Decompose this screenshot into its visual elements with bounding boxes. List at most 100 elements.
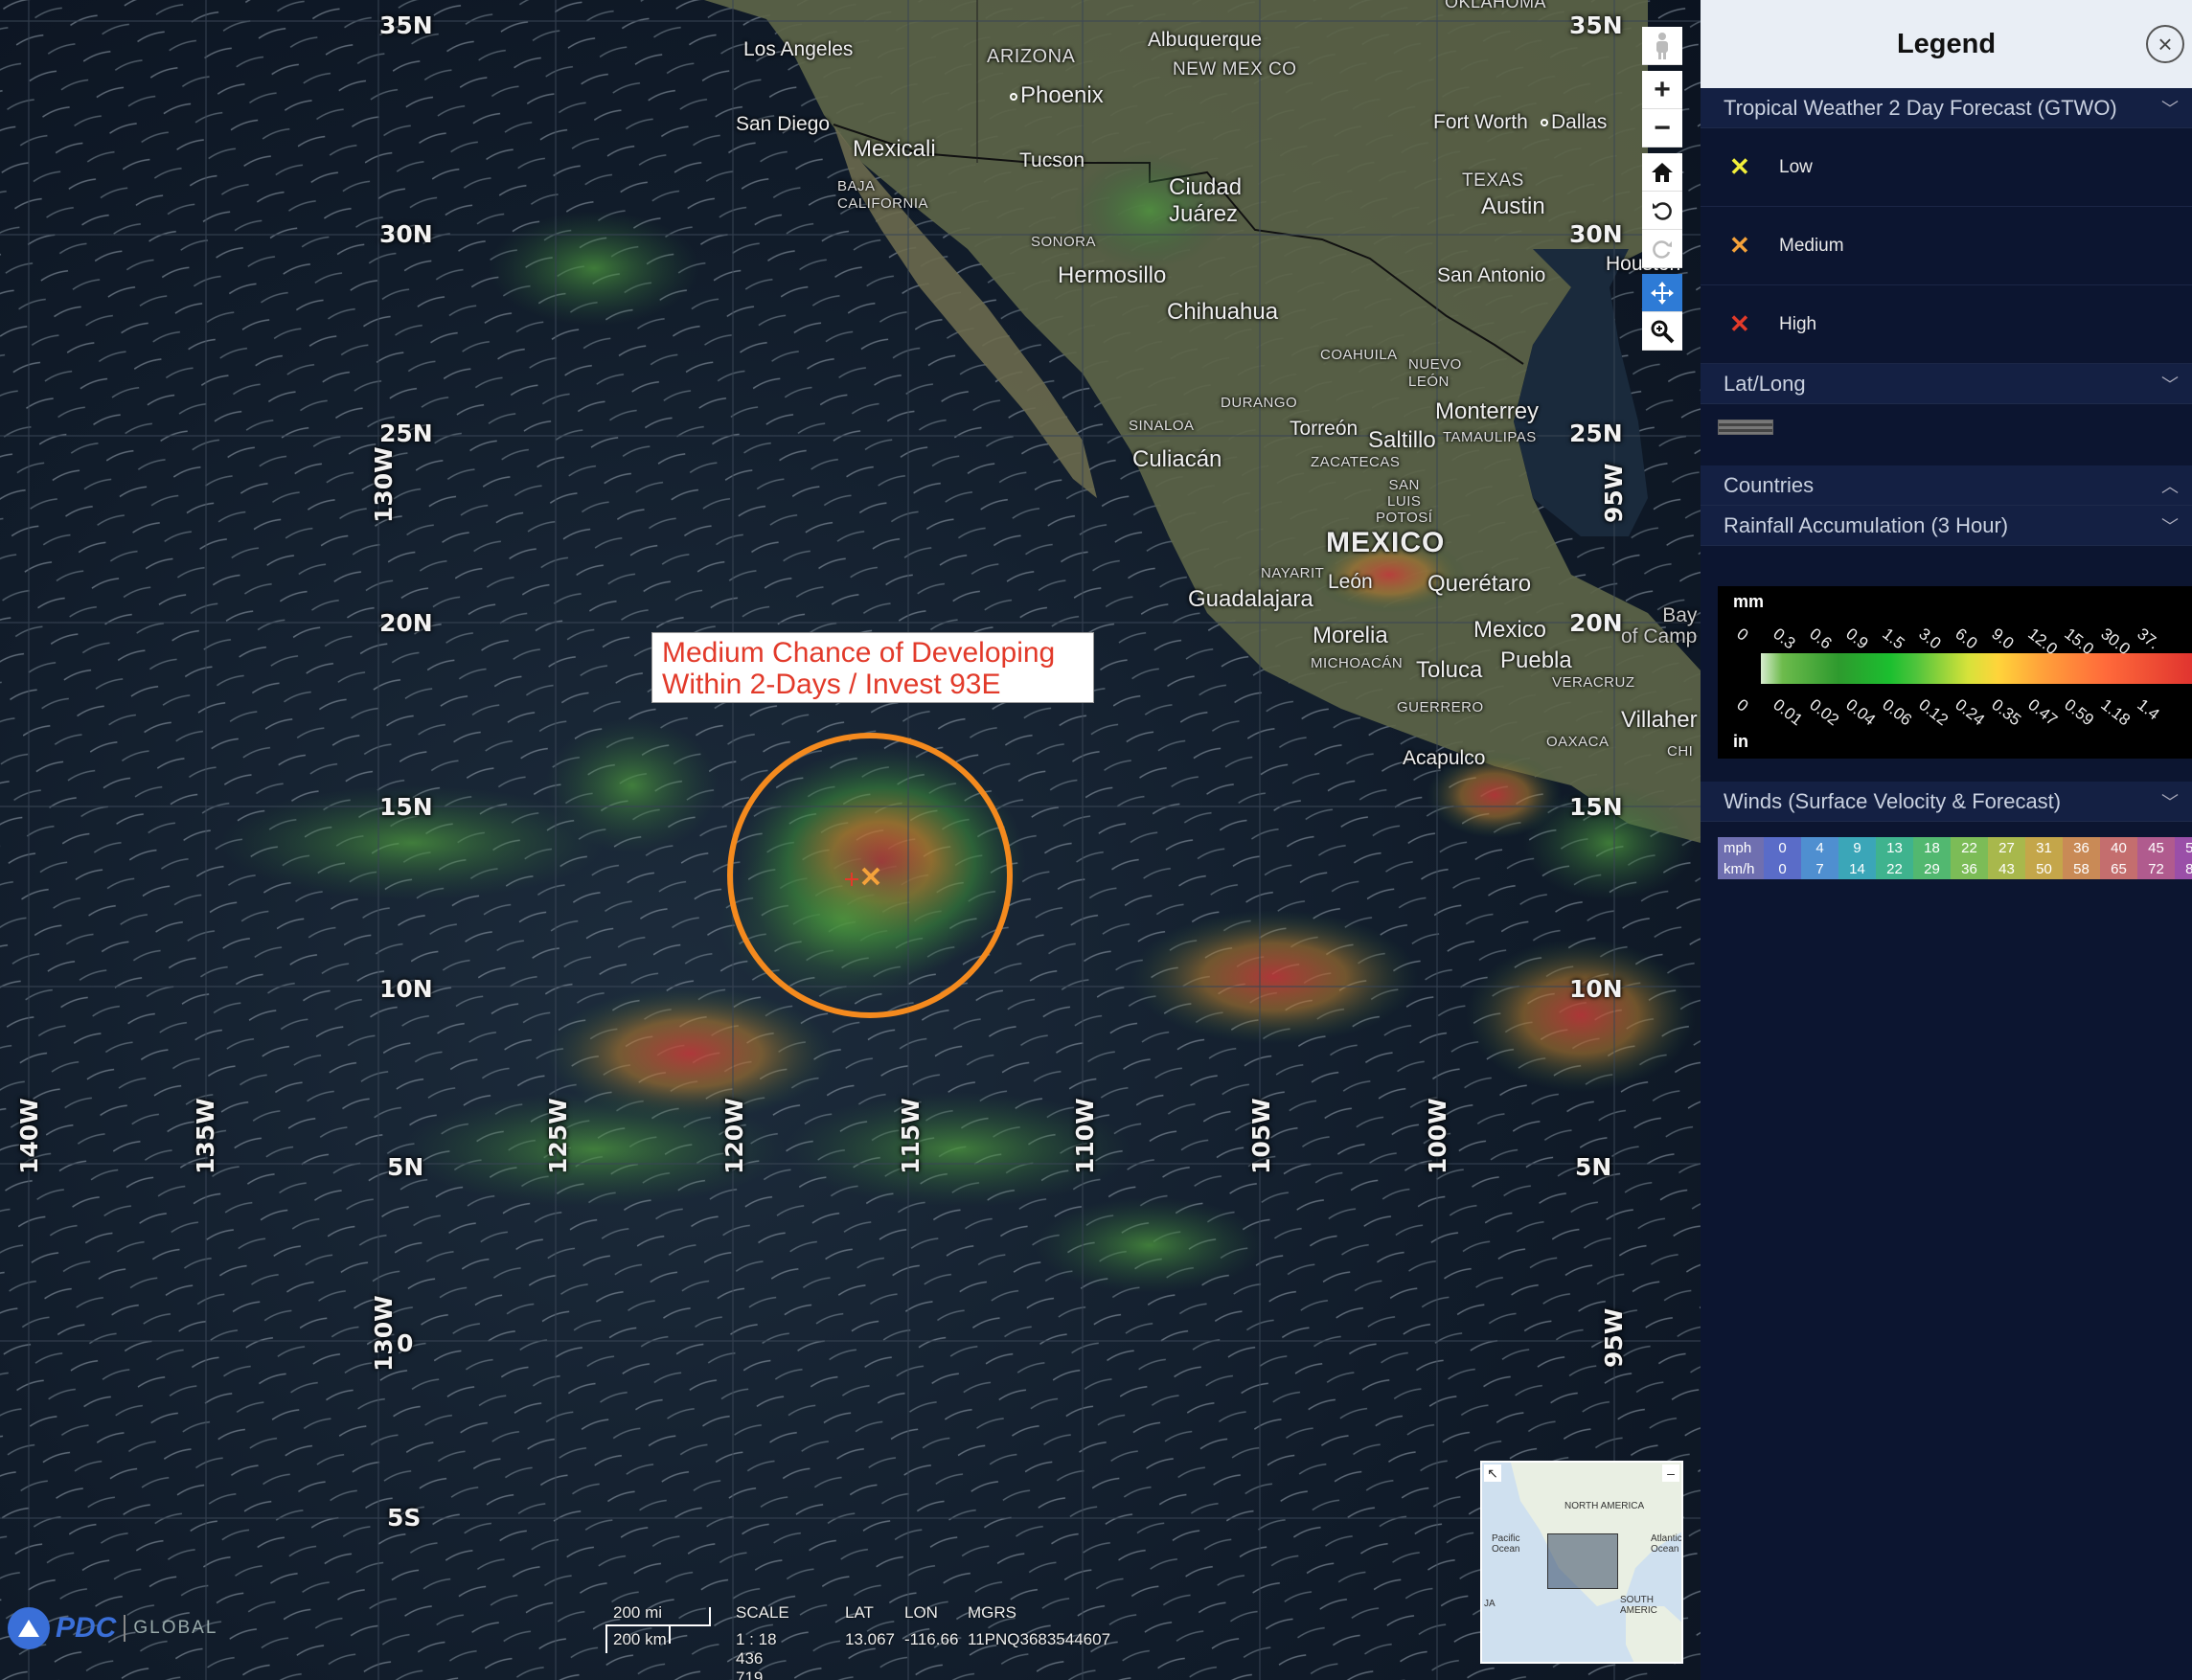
region-label: TEXAS <box>1462 170 1524 191</box>
city-label: Morelia <box>1313 623 1388 648</box>
overview-expand-icon[interactable]: ↖ <box>1484 1464 1501 1482</box>
chevron-down-icon: ﹀ <box>2161 516 2179 536</box>
in-tick: 1.18 <box>2097 695 2135 730</box>
scale-bar: 200 mi 200 km <box>605 1603 713 1653</box>
chevron-down-icon: ﹀ <box>2161 792 2179 812</box>
country-label: MEXICO <box>1326 527 1446 558</box>
mph-cell: 27 <box>1988 837 2025 858</box>
undo-extent-button[interactable] <box>1642 192 1682 230</box>
legend-section-rainfall[interactable]: Rainfall Accumulation (3 Hour) ﹀ <box>1701 506 2192 546</box>
legend-section-latlong[interactable]: Lat/Long ﹀ <box>1701 364 2192 404</box>
legend-section-winds[interactable]: Winds (Surface Velocity & Forecast) ﹀ <box>1701 782 2192 822</box>
lat-label-right: 15N <box>1569 793 1623 821</box>
kmh-cell: 29 <box>1913 858 1951 879</box>
city-label: Chihuahua <box>1167 299 1279 325</box>
city-label: Hermosillo <box>1058 262 1167 288</box>
mm-tick: 0 <box>1733 624 1752 645</box>
zoom-out-button[interactable]: − <box>1642 109 1682 148</box>
street-view-button[interactable] <box>1642 27 1682 65</box>
overview-extent-box[interactable] <box>1547 1533 1618 1589</box>
lat-label: 35N <box>379 11 433 39</box>
region-label: SAN LUIS POTOSÍ <box>1376 477 1433 526</box>
section-title: Tropical Weather 2 Day Forecast (GTWO) <box>1724 95 2117 120</box>
region-label: NAYARIT <box>1261 565 1325 581</box>
legend-header: Legend × <box>1701 0 2192 88</box>
city-label: León <box>1328 571 1373 593</box>
lon-readout: LON -116.66 <box>904 1603 959 1648</box>
mph-cell: 4 <box>1801 837 1838 858</box>
mph-cell: 55 <box>2175 837 2192 858</box>
unit-in: in <box>1733 732 1748 751</box>
region-label: ARIZONA <box>987 46 1076 67</box>
x-marker-icon: ✕ <box>1729 231 1750 260</box>
kmh-cell: 58 <box>2063 858 2100 879</box>
region-label: GUERRERO <box>1397 699 1484 715</box>
city-label: Dallas <box>1541 111 1607 134</box>
lon-label: 115W <box>897 1098 925 1174</box>
mm-tick: 0.9 <box>1842 624 1872 653</box>
city-label: Tucson <box>1019 149 1085 171</box>
chevron-up-icon: ︿ <box>2161 476 2179 496</box>
lon-label: 110W <box>1071 1098 1099 1174</box>
in-tick: 0.01 <box>1770 695 1807 730</box>
pdc-global-logo: PDC GLOBAL <box>8 1607 217 1649</box>
plus-icon: + <box>1654 73 1671 105</box>
magnifier-icon <box>1651 320 1675 343</box>
kmh-cell: 88 <box>2175 858 2192 879</box>
city-label: San Diego <box>736 113 831 135</box>
region-label: SINALOA <box>1129 418 1195 434</box>
redo-extent-button[interactable] <box>1642 230 1682 268</box>
home-button[interactable] <box>1642 153 1682 192</box>
pan-button[interactable] <box>1642 274 1682 312</box>
x-marker-icon: ✕ <box>1729 309 1750 338</box>
city-label: Acapulco <box>1403 747 1486 769</box>
in-tick: 0.02 <box>1806 695 1843 730</box>
chevron-down-icon: ﹀ <box>2161 99 2179 119</box>
map-view[interactable]: 35N 30N 25N 20N 15N 10N 5N 0 5S 35N 30N … <box>0 0 1701 1680</box>
wind-speed-table: mph049131822273136404555 km/h07142229364… <box>1718 837 2192 879</box>
chevron-down-icon: ﹀ <box>2161 375 2179 395</box>
pdc-logo-icon <box>8 1607 50 1649</box>
zoom-in-button[interactable]: + <box>1642 71 1682 109</box>
section-title: Lat/Long <box>1724 371 1806 396</box>
lat-label: 10N <box>379 975 433 1003</box>
legend-section-gtwo[interactable]: Tropical Weather 2 Day Forecast (GTWO) ﹀ <box>1701 88 2192 128</box>
legend-item-label: Low <box>1779 156 1813 177</box>
city-label: Ciudad Juárez <box>1169 174 1243 227</box>
overview-label: Atlantic Ocean <box>1651 1533 1682 1555</box>
lon-label-95w: 95W <box>1600 1307 1628 1368</box>
city-label: Fort Worth <box>1433 111 1528 133</box>
home-icon <box>1652 162 1673 182</box>
redo-icon <box>1653 239 1672 259</box>
mph-cell: 31 <box>2025 837 2063 858</box>
city-label: Los Angeles <box>743 38 854 60</box>
region-label: VERACRUZ <box>1552 674 1635 691</box>
overview-map[interactable]: ↖ – NORTH AMERICA Pacific Ocean Atlantic… <box>1480 1461 1683 1664</box>
scale-readout: SCALE 1 : 18 436 719 <box>736 1603 789 1680</box>
region-label: OKLAHOMA <box>1445 0 1547 11</box>
water-label: Bay of Camp <box>1621 604 1698 647</box>
section-title: Winds (Surface Velocity & Forecast) <box>1724 788 2062 813</box>
overview-collapse-icon[interactable]: – <box>1662 1464 1679 1482</box>
kmh-cell: 7 <box>1801 858 1838 879</box>
city-label: Querétaro <box>1427 571 1532 597</box>
section-title: Rainfall Accumulation (3 Hour) <box>1724 512 2009 537</box>
city-label: Albuquerque <box>1148 29 1263 51</box>
in-tick: 0.24 <box>1952 695 1989 730</box>
lat-label: 0 <box>397 1329 414 1357</box>
lat-label: 5N <box>387 1153 424 1181</box>
close-legend-button[interactable]: × <box>2146 25 2184 63</box>
rainfall-colorbar: mm in 0 0 0.3 0.01 0.6 0.02 0.9 0.04 1.5 0.06 3.0 0… <box>1718 586 2192 759</box>
zoom-box-button[interactable] <box>1642 312 1682 351</box>
city-label: Toluca <box>1416 657 1483 683</box>
in-tick: 0.35 <box>1988 695 2025 730</box>
person-icon <box>1656 32 1668 59</box>
legend-section-countries[interactable]: Countries ︿ <box>1701 465 2192 506</box>
invest-93e-callout: Medium Chance of Developing Within 2-Day… <box>651 632 1094 703</box>
section-title: Countries <box>1724 472 1815 497</box>
lat-label-right: 35N <box>1569 11 1623 39</box>
mm-tick: 6.0 <box>1952 624 1981 653</box>
lat-label-right: 25N <box>1569 420 1623 447</box>
city-label: Mexicali <box>853 136 936 162</box>
overview-label: Pacific Ocean <box>1492 1533 1520 1555</box>
